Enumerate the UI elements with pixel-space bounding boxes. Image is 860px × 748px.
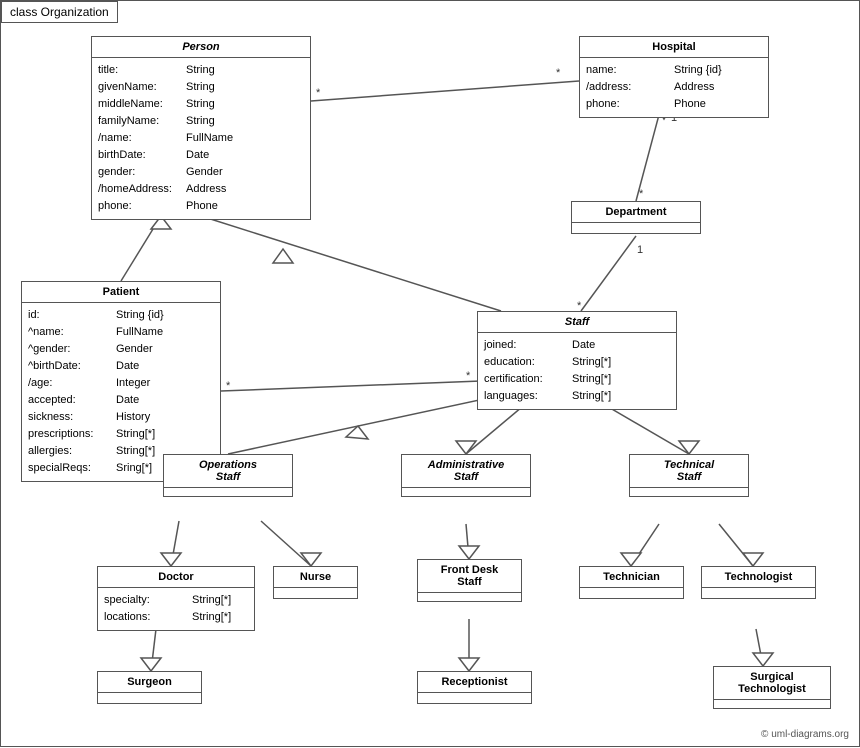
- class-technician-title: Technician: [580, 567, 683, 588]
- class-doctor-body: specialty:String[*] locations:String[*]: [98, 588, 254, 630]
- class-hospital-title: Hospital: [580, 37, 768, 58]
- class-technician: Technician: [579, 566, 684, 599]
- class-hospital: Hospital name:String {id} /address:Addre…: [579, 36, 769, 118]
- class-department-body: [572, 223, 700, 233]
- class-surgeon-title: Surgeon: [98, 672, 201, 693]
- diagram-title: class Organization: [1, 1, 118, 23]
- class-person-title: Person: [92, 37, 310, 58]
- class-department: Department: [571, 201, 701, 234]
- svg-text:*: *: [226, 380, 231, 392]
- class-technical-staff: Technical Staff: [629, 454, 749, 497]
- class-person: Person title:String givenName:String mid…: [91, 36, 311, 220]
- class-tech-staff-title: Technical Staff: [630, 455, 748, 488]
- class-surgical-tech: Surgical Technologist: [713, 666, 831, 709]
- svg-text:*: *: [466, 370, 471, 382]
- class-patient: Patient id:String {id} ^name:FullName ^g…: [21, 281, 221, 482]
- svg-text:*: *: [556, 67, 561, 79]
- class-staff-body: joined:Date education:String[*] certific…: [478, 333, 676, 409]
- svg-text:1: 1: [637, 244, 643, 256]
- class-hospital-body: name:String {id} /address:Address phone:…: [580, 58, 768, 117]
- class-staff: Staff joined:Date education:String[*] ce…: [477, 311, 677, 410]
- class-nurse-title: Nurse: [274, 567, 357, 588]
- class-ops-title: Operations Staff: [164, 455, 292, 488]
- class-operations-staff: Operations Staff: [163, 454, 293, 497]
- class-technologist: Technologist: [701, 566, 816, 599]
- class-surgeon: Surgeon: [97, 671, 202, 704]
- class-admin-staff: Administrative Staff: [401, 454, 531, 497]
- class-patient-title: Patient: [22, 282, 220, 303]
- svg-text:*: *: [316, 87, 321, 99]
- class-front-desk: Front Desk Staff: [417, 559, 522, 602]
- class-doctor: Doctor specialty:String[*] locations:Str…: [97, 566, 255, 631]
- copyright: © uml-diagrams.org: [761, 729, 849, 740]
- diagram-container: class Organization * * 1 * 1 * * *: [0, 0, 860, 747]
- class-admin-title: Administrative Staff: [402, 455, 530, 488]
- class-person-body: title:String givenName:String middleName…: [92, 58, 310, 219]
- class-department-title: Department: [572, 202, 700, 223]
- class-surgical-tech-title: Surgical Technologist: [714, 667, 830, 700]
- svg-text:*: *: [639, 188, 644, 200]
- class-front-desk-title: Front Desk Staff: [418, 560, 521, 593]
- class-doctor-title: Doctor: [98, 567, 254, 588]
- class-nurse: Nurse: [273, 566, 358, 599]
- class-staff-title: Staff: [478, 312, 676, 333]
- class-receptionist: Receptionist: [417, 671, 532, 704]
- class-technologist-title: Technologist: [702, 567, 815, 588]
- class-receptionist-title: Receptionist: [418, 672, 531, 693]
